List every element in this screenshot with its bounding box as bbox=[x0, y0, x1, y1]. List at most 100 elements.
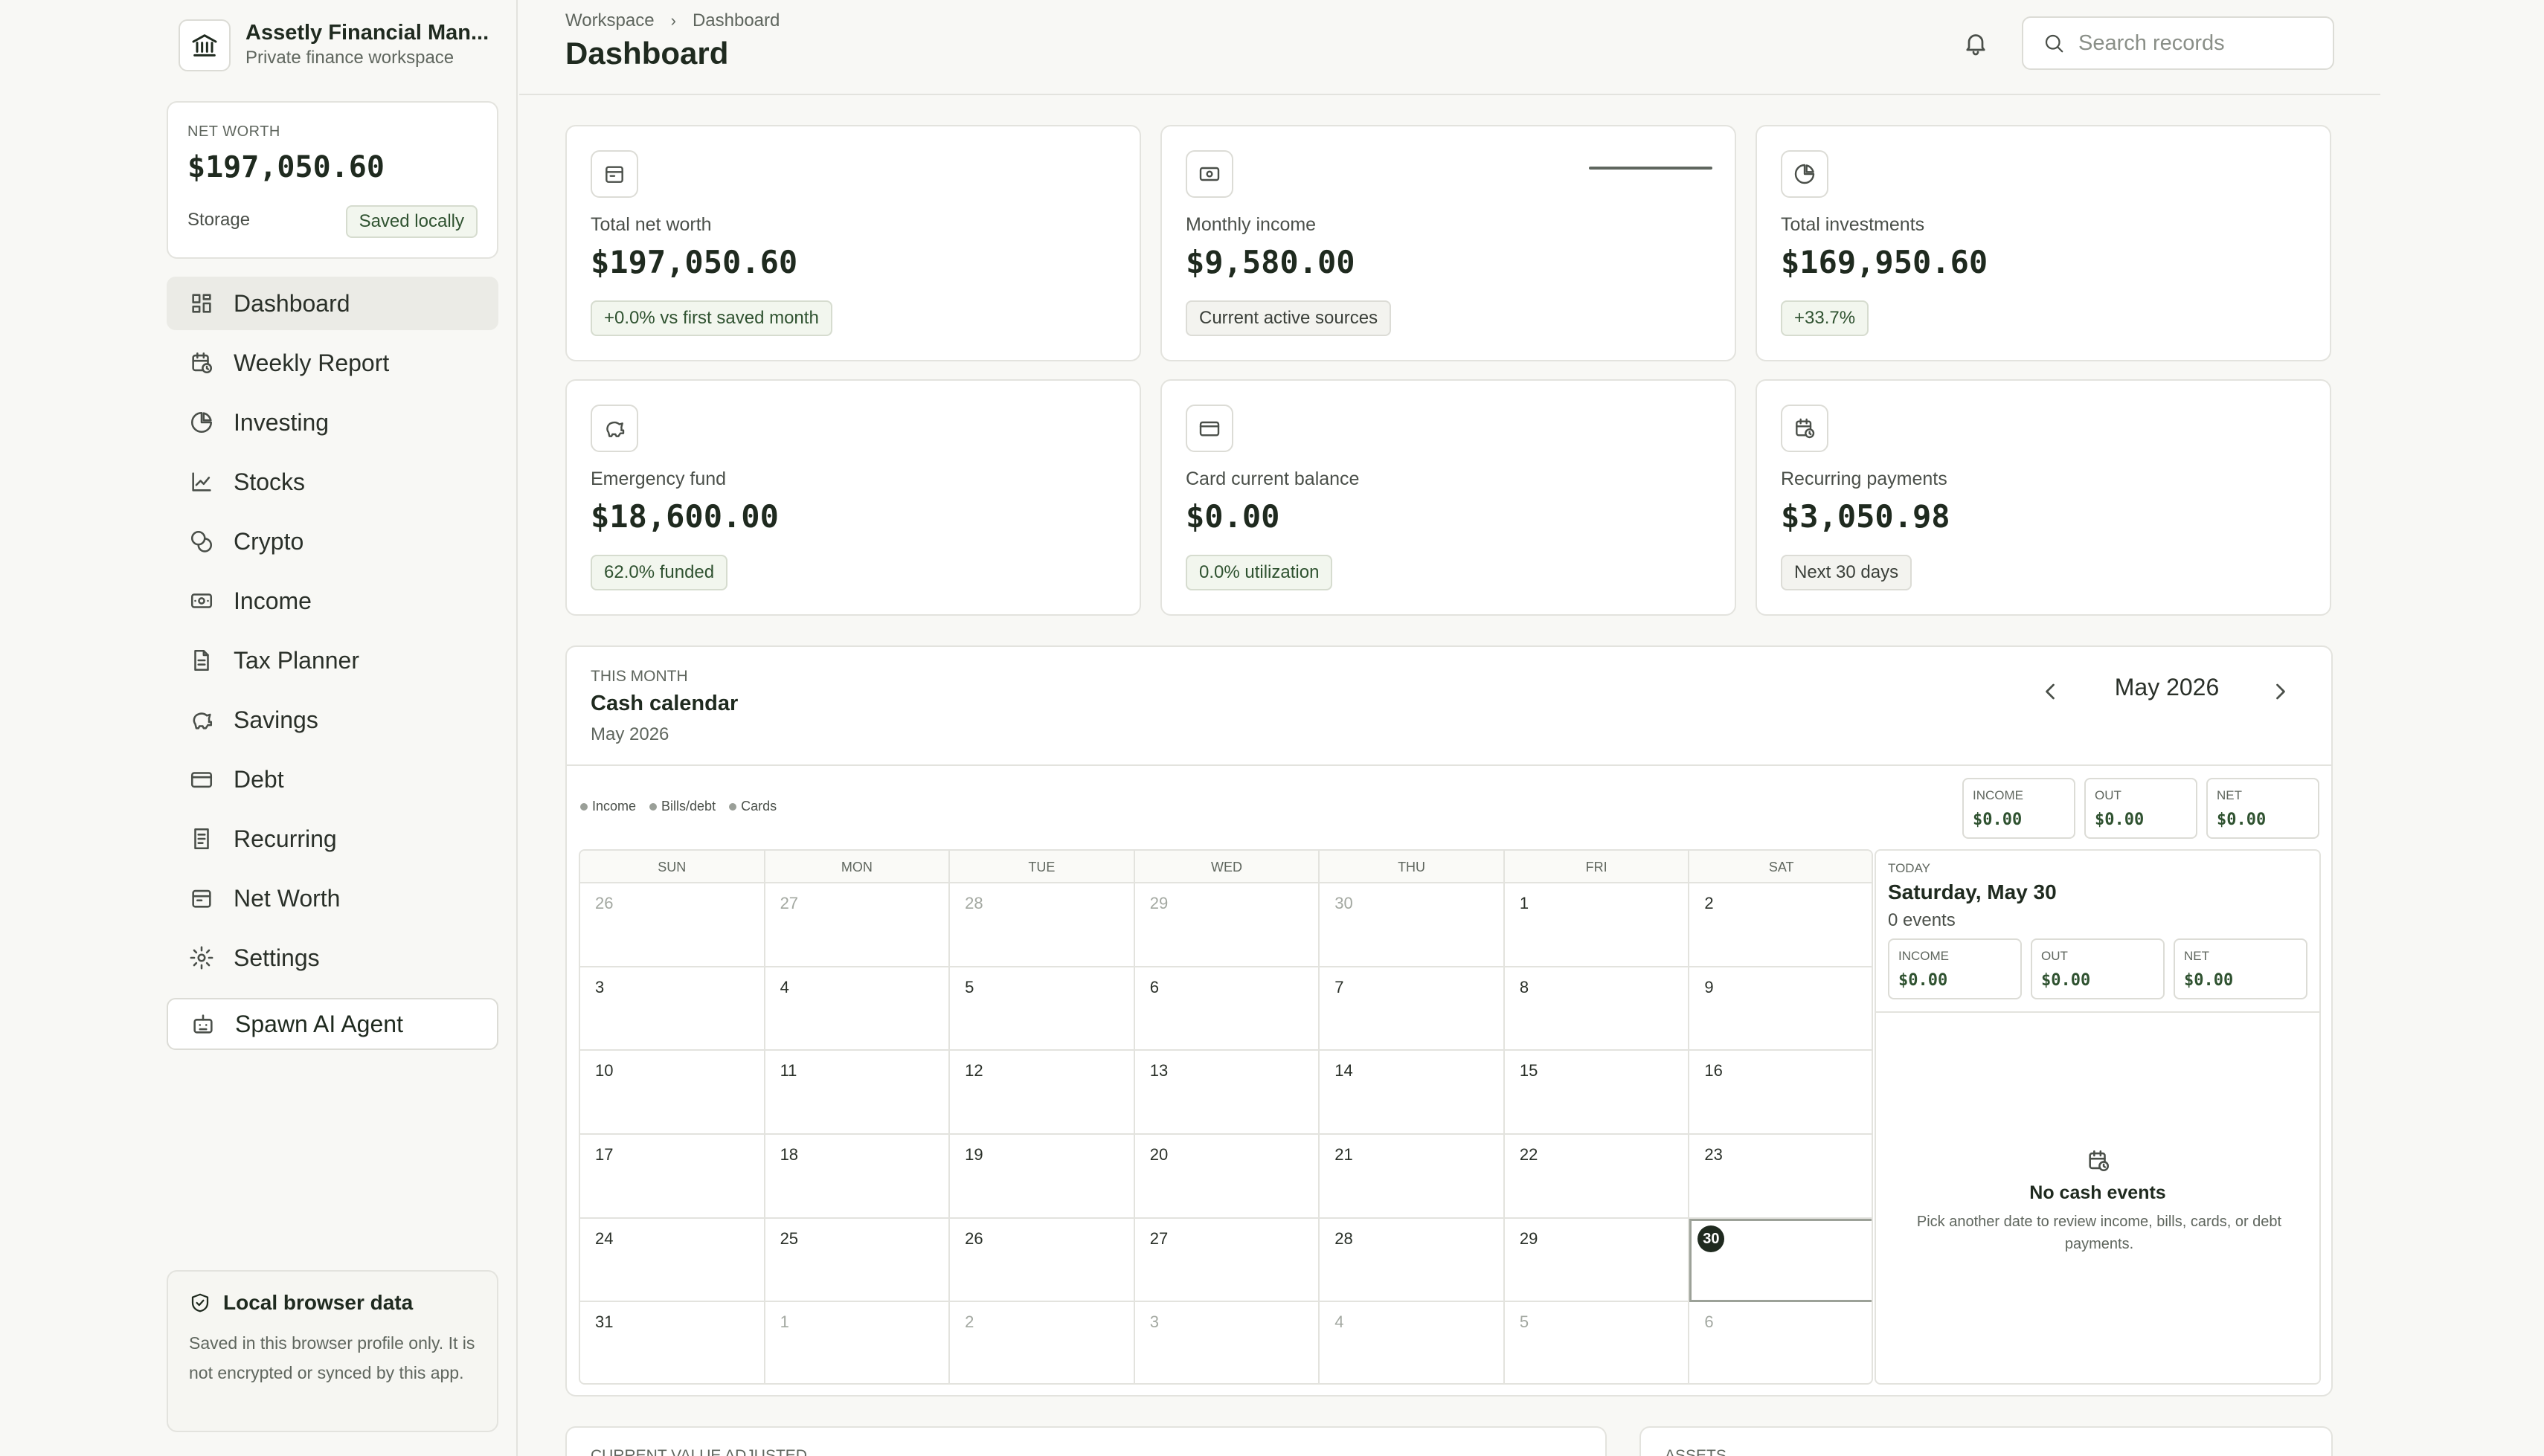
day-number: 12 bbox=[965, 1061, 983, 1080]
day-number: 26 bbox=[595, 894, 614, 912]
calendar-day[interactable]: 9 bbox=[1689, 967, 1872, 1051]
page-title: Dashboard bbox=[565, 36, 729, 71]
day-number: 24 bbox=[595, 1228, 614, 1248]
weekday-thu: THU bbox=[1320, 851, 1505, 883]
calendar-day[interactable]: 3 bbox=[1135, 1302, 1320, 1383]
bell-icon[interactable] bbox=[1962, 30, 1989, 57]
sidebar-item-savings[interactable]: Savings bbox=[167, 693, 498, 747]
sidebar-item-settings[interactable]: Settings bbox=[167, 931, 498, 985]
calendar-day[interactable]: 5 bbox=[950, 967, 1135, 1051]
wallet-icon bbox=[591, 150, 638, 198]
bot-icon bbox=[193, 1014, 213, 1034]
calendar-day[interactable]: 2 bbox=[1689, 883, 1872, 967]
sidebar-item-investing[interactable]: Investing bbox=[167, 396, 498, 449]
file-text-icon bbox=[194, 649, 209, 671]
calendar-day-today[interactable]: 30 bbox=[1689, 1218, 1872, 1303]
calendar-day[interactable]: 26 bbox=[580, 883, 765, 967]
calendar-day[interactable]: 16 bbox=[1689, 1051, 1872, 1135]
calendar-day[interactable]: 4 bbox=[1320, 1302, 1505, 1383]
today-eyebrow: TODAY bbox=[1888, 861, 1930, 875]
sidebar-item-dashboard[interactable]: Dashboard bbox=[167, 277, 498, 330]
calendar-day[interactable]: 12 bbox=[950, 1051, 1135, 1135]
sidebar-item-label: Dashboard bbox=[234, 289, 350, 317]
sidebar-item-tax-planner[interactable]: Tax Planner bbox=[167, 634, 498, 687]
calendar-day[interactable]: 30 bbox=[1320, 883, 1505, 967]
day-number: 29 bbox=[1519, 1228, 1538, 1248]
storage-label: Storage bbox=[187, 210, 251, 230]
calendar-day[interactable]: 26 bbox=[950, 1218, 1135, 1303]
stat-badge: Current active sources bbox=[1186, 300, 1392, 336]
sidebar-item-debt[interactable]: Debt bbox=[167, 753, 498, 806]
chevron-right-icon[interactable] bbox=[2267, 678, 2294, 705]
calendar-day[interactable]: 27 bbox=[1134, 1218, 1320, 1303]
day-number: 14 bbox=[1334, 1061, 1353, 1080]
search-box[interactable] bbox=[2022, 16, 2334, 70]
stat-card-monthly-income: Monthly income $9,580.00 Current active … bbox=[1160, 125, 1736, 361]
brand[interactable]: Assetly Financial Man... Private finance… bbox=[179, 16, 491, 76]
spawn-ai-agent-button[interactable]: Spawn AI Agent bbox=[167, 998, 498, 1050]
calendar-day[interactable]: 28 bbox=[1320, 1218, 1505, 1303]
calendar-day[interactable]: 8 bbox=[1504, 967, 1690, 1051]
calendar-day[interactable]: 7 bbox=[1320, 967, 1505, 1051]
calendar-clock-icon bbox=[1781, 405, 1828, 452]
stat-card-total-net-worth: Total net worth $197,050.60 +0.0% vs fir… bbox=[565, 125, 1141, 361]
stat-value: $3,050.98 bbox=[1781, 498, 1950, 535]
calendar-day[interactable]: 21 bbox=[1320, 1135, 1505, 1219]
day-number: 6 bbox=[1149, 977, 1159, 996]
sidebar-item-net-worth[interactable]: Net Worth bbox=[167, 872, 498, 925]
sidebar-item-label: Tax Planner bbox=[234, 646, 359, 674]
day-number: 3 bbox=[595, 977, 605, 996]
calendar-month-label: May 2026 bbox=[2114, 674, 2220, 700]
calendar-day[interactable]: 14 bbox=[1320, 1051, 1505, 1135]
calendar-day[interactable]: 28 bbox=[950, 883, 1135, 967]
calendar-day[interactable]: 11 bbox=[765, 1051, 951, 1135]
sidebar-item-label: Crypto bbox=[234, 527, 304, 555]
calendar-day[interactable]: 29 bbox=[1504, 1218, 1690, 1303]
sidebar-item-weekly-report[interactable]: Weekly Report bbox=[167, 336, 498, 390]
calendar-day[interactable]: 2 bbox=[950, 1302, 1135, 1383]
sidebar-item-crypto[interactable]: Crypto bbox=[167, 515, 498, 568]
net-worth-label: NET WORTH bbox=[187, 123, 280, 140]
calendar-day[interactable]: 6 bbox=[1134, 967, 1320, 1051]
calendar-day[interactable]: 17 bbox=[580, 1135, 765, 1219]
stat-badge: +33.7% bbox=[1781, 300, 1869, 336]
calendar-day[interactable]: 3 bbox=[580, 967, 765, 1051]
stat-label: Total net worth bbox=[591, 214, 712, 235]
day-number: 1 bbox=[1519, 894, 1529, 912]
calendar-day[interactable]: 25 bbox=[765, 1218, 951, 1303]
calendar-day[interactable]: 13 bbox=[1134, 1051, 1320, 1135]
calendar-day[interactable]: 22 bbox=[1504, 1135, 1690, 1219]
divider bbox=[1876, 1011, 2319, 1013]
calendar-day[interactable]: 6 bbox=[1689, 1302, 1872, 1383]
sidebar-item-stocks[interactable]: Stocks bbox=[167, 455, 498, 509]
chevron-left-icon[interactable] bbox=[2037, 678, 2063, 705]
calendar-day[interactable]: 29 bbox=[1134, 883, 1320, 967]
calendar-day[interactable]: 20 bbox=[1134, 1135, 1320, 1219]
calendar-day[interactable]: 10 bbox=[580, 1051, 765, 1135]
day-number: 3 bbox=[1149, 1312, 1159, 1332]
day-number: 30 bbox=[1697, 1225, 1725, 1252]
sidebar-item-recurring[interactable]: Recurring bbox=[167, 812, 498, 866]
calendar-day[interactable]: 5 bbox=[1505, 1302, 1690, 1383]
calendar-day[interactable]: 27 bbox=[765, 883, 951, 967]
stat-value: $18,600.00 bbox=[591, 498, 779, 535]
day-number: 17 bbox=[595, 1145, 614, 1164]
search-input[interactable] bbox=[2078, 30, 2316, 56]
breadcrumb-workspace[interactable]: Workspace bbox=[565, 10, 655, 31]
sidebar-item-income[interactable]: Income bbox=[167, 574, 498, 628]
calendar-day[interactable]: 1 bbox=[1504, 883, 1690, 967]
breadcrumb-dashboard[interactable]: Dashboard bbox=[693, 10, 780, 31]
stat-value: $9,580.00 bbox=[1186, 244, 1355, 280]
stat-label: Emergency fund bbox=[591, 468, 727, 489]
day-number: 8 bbox=[1519, 977, 1529, 996]
calendar-day[interactable]: 19 bbox=[950, 1135, 1135, 1219]
calendar-day[interactable]: 15 bbox=[1504, 1051, 1690, 1135]
calendar-day[interactable]: 18 bbox=[765, 1135, 951, 1219]
assets-card: ASSETS bbox=[1639, 1426, 2333, 1456]
calendar-day[interactable]: 1 bbox=[765, 1302, 951, 1383]
calendar-day[interactable]: 31 bbox=[580, 1302, 765, 1383]
day-number: 7 bbox=[1334, 977, 1344, 996]
calendar-day[interactable]: 4 bbox=[765, 967, 951, 1051]
calendar-day[interactable]: 24 bbox=[580, 1218, 765, 1303]
calendar-day[interactable]: 23 bbox=[1689, 1135, 1872, 1219]
